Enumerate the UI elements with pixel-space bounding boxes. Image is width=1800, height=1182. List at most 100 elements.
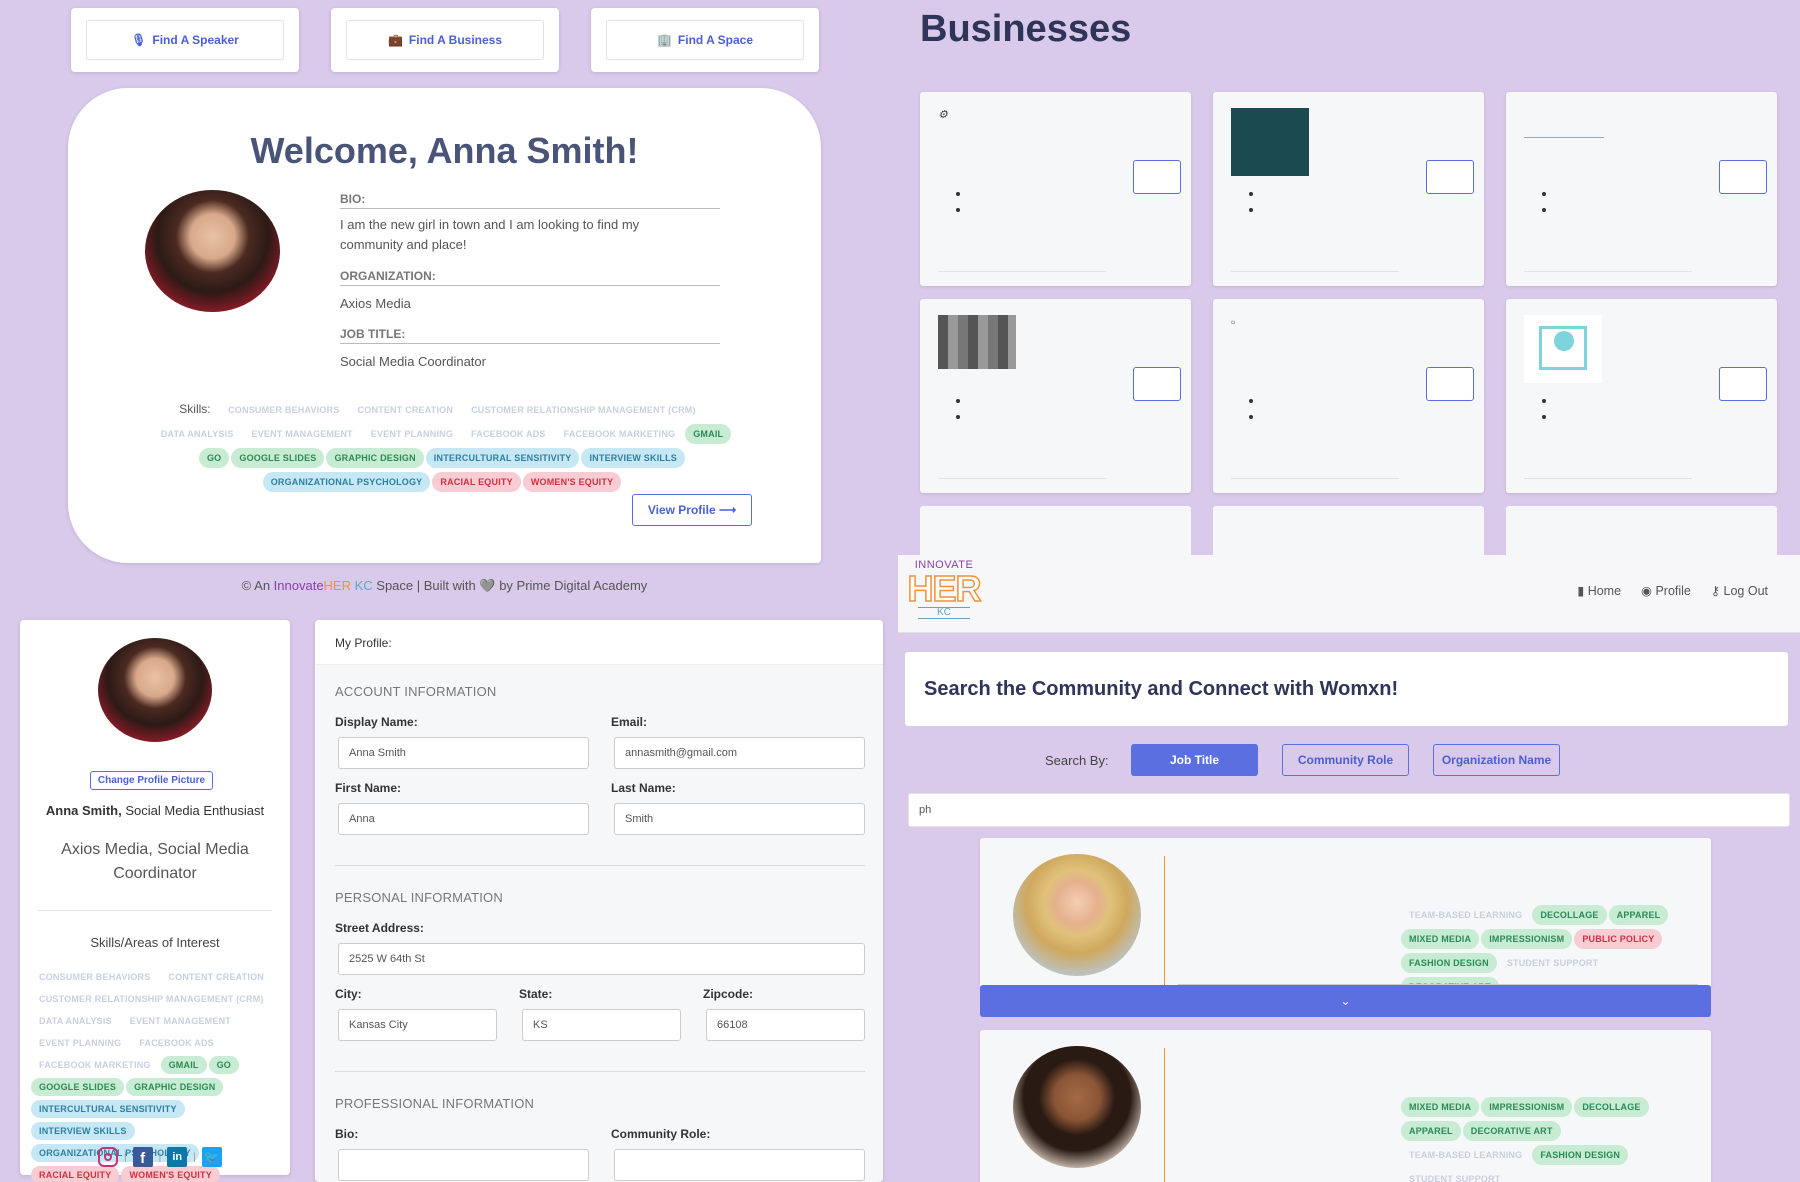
add-business-button[interactable] — [1426, 367, 1474, 401]
business-card — [920, 506, 1191, 555]
business-detail — [1263, 186, 1431, 200]
business-logo — [1231, 108, 1309, 176]
instagram-icon[interactable] — [98, 1147, 118, 1167]
first-name-field[interactable]: Anna — [338, 803, 589, 835]
skill-tag: GRAPHIC DESIGN — [126, 1078, 224, 1096]
navbar: INNOVATE HER KC ▮ Home ◉ Profile ⚷ Log O… — [898, 555, 1800, 633]
welcome-card: Welcome, Anna Smith! BIO: I am the new g… — [68, 88, 821, 563]
businesses-title: Businesses — [920, 8, 1132, 50]
search-heading: Search the Community and Connect with Wo… — [924, 678, 1399, 700]
result-skills: MIXED MEDIA IMPRESSIONISM DECOLLAGE APPAREL… — [1400, 1095, 1690, 1182]
job-text: Social Media Coordinator — [340, 354, 486, 369]
profile-avatar — [98, 638, 212, 742]
business-card: ▫ — [1213, 299, 1484, 493]
skill-tag: IMPRESSIONISM — [1481, 929, 1573, 949]
add-business-button[interactable] — [1133, 160, 1181, 194]
skill-tag: INTERCULTURAL SENSITIVITY — [425, 448, 580, 468]
skills-label: Skills: — [179, 402, 211, 416]
skill-tag: INTERVIEW SKILLS — [581, 448, 686, 468]
add-business-button[interactable] — [1719, 367, 1767, 401]
twitter-icon[interactable]: 🐦 — [201, 1147, 222, 1167]
skill-tag: STUDENT SUPPORT — [1409, 1174, 1501, 1182]
tab-community-role[interactable]: Community Role — [1282, 744, 1409, 776]
city-field[interactable]: Kansas City — [338, 1009, 497, 1041]
skill-tag: FASHION DESIGN — [1401, 953, 1497, 973]
business-logo — [938, 315, 1016, 369]
nav-logout[interactable]: ⚷ Log Out — [1711, 583, 1768, 598]
business-detail — [1263, 202, 1431, 216]
display-name-field[interactable]: Anna Smith — [338, 737, 589, 769]
skill-tag: APPAREL — [1608, 905, 1669, 925]
microphone-icon: 🎙 — [131, 33, 147, 47]
business-detail — [970, 186, 1138, 200]
skill-tag: DATA ANALYSIS — [160, 429, 234, 439]
skill-tag: CONTENT CREATION — [168, 972, 264, 982]
result-card: TEAM-BASED LEARNING DECOLLAGE APPAREL MIXED… — [980, 838, 1711, 997]
change-profile-picture-button[interactable]: Change Profile Picture — [90, 771, 213, 790]
skill-tag: RACIAL EQUITY — [31, 1166, 120, 1182]
bio-label: BIO: — [340, 192, 720, 209]
skill-tag: GOOGLE SLIDES — [231, 448, 325, 468]
skill-tag: INTERCULTURAL SENSITIVITY — [31, 1100, 185, 1118]
skill-tag: DECORATIVE ART — [1462, 1121, 1561, 1141]
result-avatar — [1013, 1046, 1141, 1168]
business-card — [1506, 299, 1777, 493]
skill-tag: DECOLLAGE — [1574, 1097, 1649, 1117]
view-profile-button[interactable]: View Profile ⟶ — [632, 494, 752, 526]
search-heading-card: Search the Community and Connect with Wo… — [905, 652, 1788, 726]
skill-tag: FACEBOOK ADS — [139, 1038, 214, 1048]
skill-tag: DATA ANALYSIS — [39, 1016, 112, 1026]
find-space-button[interactable]: 🏢 Find A Space — [606, 20, 804, 60]
expand-button[interactable]: ⌄ — [980, 985, 1711, 1017]
skill-tag: GMAIL — [685, 424, 732, 444]
business-detail — [1556, 409, 1724, 423]
business-logo — [1524, 315, 1602, 383]
find-speaker-button[interactable]: 🎙 Find A Speaker — [86, 20, 284, 60]
result-card: MIXED MEDIA IMPRESSIONISM DECOLLAGE APPAREL… — [980, 1030, 1711, 1182]
business-card — [1213, 92, 1484, 286]
skill-tag: IMPRESSIONISM — [1481, 1097, 1573, 1117]
add-business-button[interactable] — [1133, 367, 1181, 401]
my-profile-form: My Profile: ACCOUNT INFORMATION Display … — [315, 620, 883, 1182]
add-business-button[interactable] — [1719, 160, 1767, 194]
skill-tag: PUBLIC POLICY — [1574, 929, 1663, 949]
search-input[interactable]: ph — [908, 793, 1790, 827]
heart-icon: 🩶 — [479, 578, 496, 593]
business-logo: ▫ — [1231, 315, 1236, 329]
social-links: | f | in | 🐦 — [98, 1147, 222, 1167]
search-by-label: Search By: — [1045, 753, 1109, 768]
business-card — [1506, 92, 1777, 286]
state-field[interactable]: KS — [522, 1009, 681, 1041]
facebook-icon[interactable]: f — [132, 1147, 153, 1167]
skill-tag: FASHION DESIGN — [1532, 1145, 1629, 1165]
skill-tag: RACIAL EQUITY — [432, 472, 521, 492]
skill-tag: CUSTOMER RELATIONSHIP MANAGEMENT (CRM) — [471, 405, 696, 415]
skill-tag: MIXED MEDIA — [1401, 929, 1480, 949]
business-detail — [1556, 393, 1724, 407]
innovateher-logo: INNOVATE HER KC — [907, 559, 982, 619]
skill-tag: CONSUMER BEHAVIORS — [228, 405, 340, 415]
tab-job-title[interactable]: Job Title — [1131, 744, 1258, 776]
account-section-heading: ACCOUNT INFORMATION — [335, 684, 497, 699]
zipcode-field[interactable]: 66108 — [706, 1009, 865, 1041]
profile-org-line: Axios Media, Social Media Coordinator — [61, 841, 249, 882]
business-detail — [970, 409, 1138, 423]
business-card — [1213, 506, 1484, 555]
community-role-field[interactable] — [614, 1149, 865, 1181]
email-field[interactable]: annasmith@gmail.com — [614, 737, 865, 769]
nav-profile[interactable]: ◉ Profile — [1641, 583, 1691, 598]
last-name-field[interactable]: Smith — [614, 803, 865, 835]
skill-tag: CONTENT CREATION — [357, 405, 454, 415]
add-business-button[interactable] — [1426, 160, 1474, 194]
business-detail — [1263, 393, 1431, 407]
street-address-field[interactable]: 2525 W 64th St — [338, 943, 865, 975]
tab-organization-name[interactable]: Organization Name — [1433, 744, 1560, 776]
skill-tag: GMAIL — [160, 1056, 207, 1074]
skill-tag: FACEBOOK ADS — [471, 429, 546, 439]
business-card — [1506, 506, 1777, 555]
find-business-button[interactable]: 💼 Find A Business — [346, 20, 544, 60]
linkedin-icon[interactable]: in — [167, 1147, 188, 1167]
avatar — [145, 190, 280, 312]
nav-home[interactable]: ▮ Home — [1577, 583, 1621, 598]
bio-field[interactable] — [338, 1149, 589, 1181]
